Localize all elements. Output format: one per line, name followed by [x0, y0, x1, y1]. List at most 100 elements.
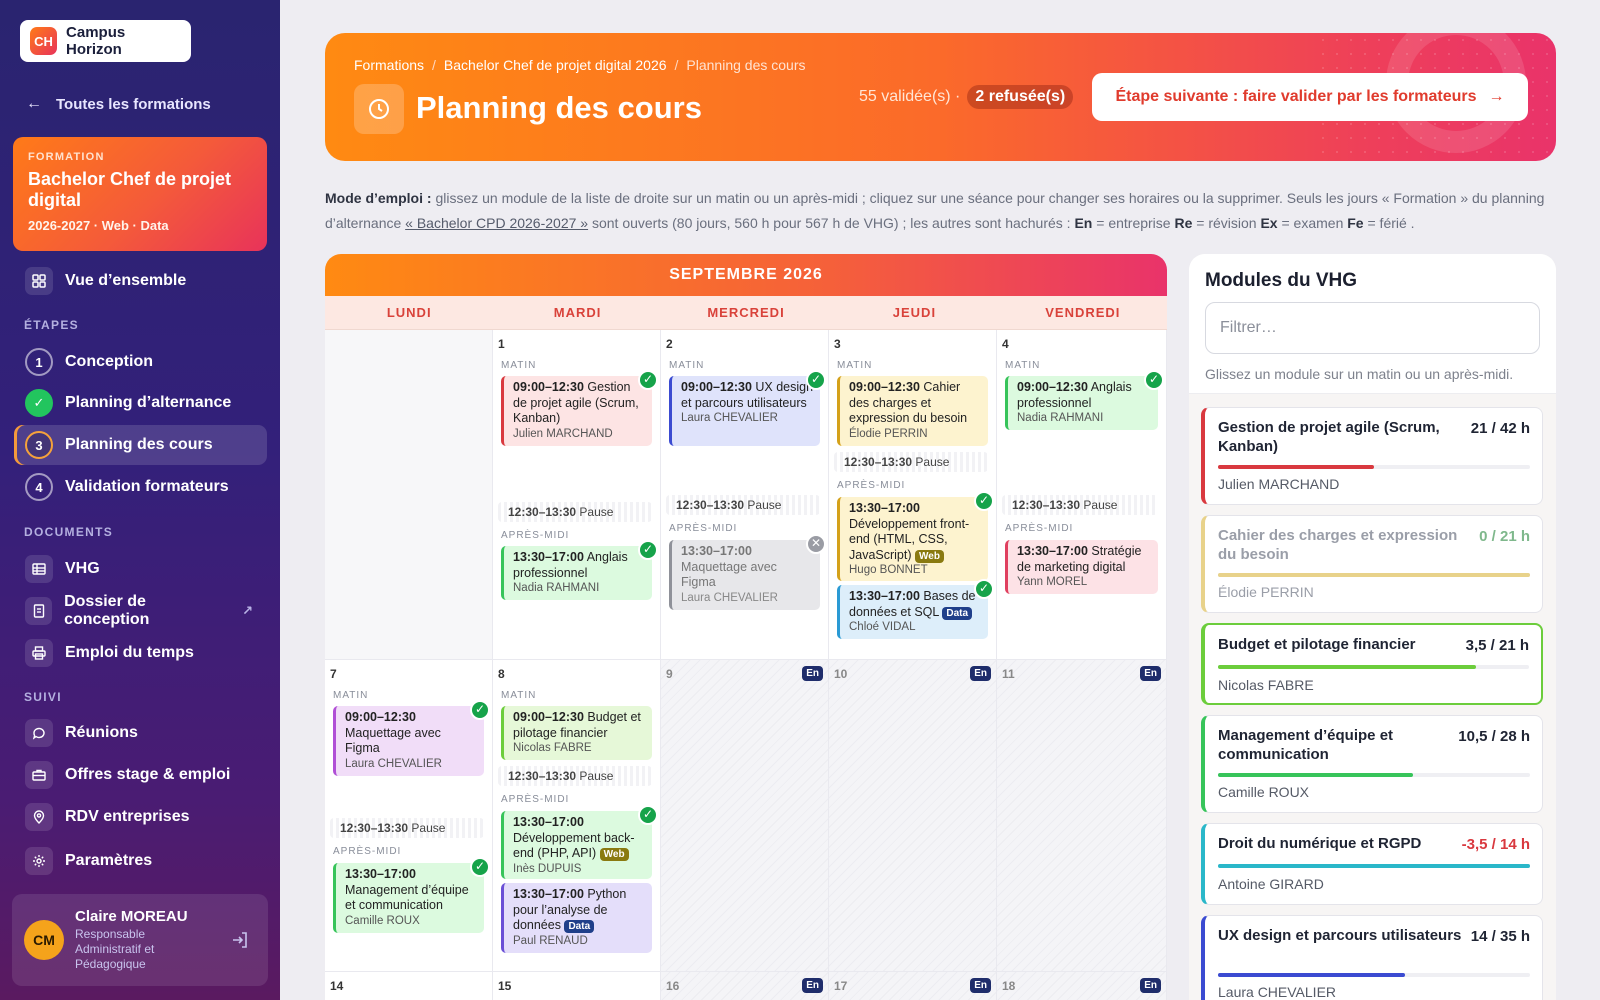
sidebar: CH Campus Horizon ← Toutes les formation… [0, 0, 280, 1000]
breadcrumb-formations[interactable]: Formations [354, 57, 424, 73]
nav-vhg-label: VHG [65, 560, 100, 577]
session-card[interactable]: 09:00–12:30 Anglais professionnel Nadia … [1005, 370, 1164, 430]
day-cell[interactable]: 8 MATIN 09:00–12:30 Budget et pilotage f… [493, 660, 661, 972]
calendar-month: SEPTEMBRE 2026 [325, 254, 1167, 296]
nav-offres[interactable]: Offres stage & emploi [14, 755, 267, 795]
module-card[interactable]: Cahier des charges et expression du beso… [1201, 515, 1543, 613]
step-number-icon: 1 [25, 348, 53, 376]
logout-icon[interactable] [230, 930, 250, 950]
session-card[interactable]: 13:30–17:00 Stratégie de marketing digit… [1005, 540, 1158, 594]
breadcrumb-separator: / [674, 57, 679, 73]
formation-card: FORMATION Bachelor Chef de projet digita… [13, 137, 267, 251]
session-time: 13:30–17:00 [681, 544, 752, 558]
avatar: CM [24, 920, 64, 960]
session-trainer: Paul RENAUD [513, 934, 588, 947]
session-card[interactable]: 09:00–12:30 Budget et pilotage financier… [501, 706, 652, 760]
session-trainer: Chloé VIDAL [849, 621, 916, 633]
session-card[interactable]: 13:30–17:00 Management d’équipe et commun… [333, 857, 490, 933]
section-steps: ÉTAPES [24, 318, 79, 332]
step-conception[interactable]: 1 Conception [14, 342, 267, 382]
session-card[interactable]: 13:30–17:00 Développement front-end (HTML… [837, 491, 994, 581]
module-trainer: Antoine GIRARD [1218, 876, 1324, 892]
pause-slot: 12:30–13:30 Pause [1002, 495, 1158, 515]
day-cell[interactable]: 7 MATIN 09:00–12:30 Maquettage avec Figma… [325, 660, 493, 972]
session-card[interactable]: 13:30–17:00 Anglais professionnel Nadia … [501, 540, 658, 600]
module-progress-fill [1218, 773, 1413, 777]
alternance-plan-link[interactable]: « Bachelor CPD 2026-2027 » [405, 215, 588, 231]
step-validation-formateurs[interactable]: 4 Validation formateurs [14, 467, 267, 507]
step-label: Planning des cours [65, 436, 213, 453]
module-card[interactable]: Budget et pilotage financier 3,5 / 21 h … [1201, 623, 1543, 705]
morning-label: MATIN [501, 360, 537, 371]
pause-time: 12:30–13:30 [508, 769, 577, 783]
day-cell[interactable]: 1 MATIN 09:00–12:30 Gestion de projet ag… [493, 330, 661, 660]
back-link-label: Toutes les formations [56, 95, 211, 113]
filter-input[interactable] [1205, 302, 1540, 354]
breadcrumb-bachelor[interactable]: Bachelor Chef de projet digital 2026 [444, 57, 667, 73]
module-card[interactable]: Management d’équipe et communication 10,… [1201, 715, 1543, 813]
day-cell[interactable]: 2 MATIN 09:00–12:30 UX design et parcour… [661, 330, 829, 660]
enterprise-badge: En [970, 978, 991, 993]
check-icon: ✓ [470, 857, 490, 877]
day-cell[interactable]: 14 [325, 972, 493, 1000]
nav-overview[interactable]: Vue d’ensemble [14, 261, 267, 301]
modules-hint: Glissez un module sur un matin ou un apr… [1205, 366, 1514, 382]
session-time: 09:00–12:30 [513, 380, 584, 394]
session-trainer: Laura CHEVALIER [345, 757, 442, 770]
session-title: Développement front-end (HTML, CSS, Java… [849, 516, 970, 562]
nav-reunions[interactable]: Réunions [14, 713, 267, 753]
legend-text: = entreprise [1092, 215, 1175, 231]
module-progress-fill [1218, 573, 1530, 577]
formation-title: Bachelor Chef de projet digital [28, 169, 232, 210]
pause-text: Pause [747, 498, 782, 512]
day-number: 18 [1002, 979, 1016, 993]
day-number: 14 [330, 979, 344, 993]
nav-emploi-du-temps[interactable]: Emploi du temps [14, 633, 267, 673]
session-time: 13:30–17:00 [1017, 544, 1088, 558]
session-title: Maquettage avec Figma [681, 559, 777, 590]
session-card[interactable]: 13:30–17:00 Bases de données et SQL Data… [837, 579, 994, 639]
chat-icon [25, 719, 53, 747]
session-card[interactable]: 09:00–12:30 Cahier des charges et expres… [837, 376, 988, 446]
next-step-button[interactable]: Étape suivante : faire valider par les f… [1092, 73, 1528, 121]
module-card[interactable]: Gestion de projet agile (Scrum, Kanban) … [1201, 407, 1543, 505]
session-card[interactable]: 09:00–12:30 UX design et parcours utilis… [669, 370, 826, 446]
session-card[interactable]: 09:00–12:30 Gestion de projet agile (Scr… [501, 370, 658, 446]
day-cell-enterprise: 11 En [997, 660, 1167, 972]
nav-parametres[interactable]: Paramètres [14, 841, 267, 881]
nav-dossier-conception[interactable]: Dossier de conception ↗ [14, 591, 267, 631]
weekday-label: LUNDI [386, 305, 432, 320]
pause-time: 12:30–13:30 [1012, 498, 1081, 512]
nav-vhg[interactable]: VHG [14, 549, 267, 589]
module-progress-fill [1218, 665, 1477, 669]
morning-label: MATIN [669, 360, 705, 371]
module-progress-bar [1218, 973, 1530, 977]
morning-label: MATIN [333, 690, 369, 701]
pause-slot: 12:30–13:30 Pause [330, 818, 484, 838]
printer-icon [25, 639, 53, 667]
session-card[interactable]: 13:30–17:00 Développement back-end (PHP, … [501, 805, 658, 879]
step-planning-alternance[interactable]: ✓ Planning d’alternance [14, 383, 267, 423]
session-card-refused[interactable]: 13:30–17:00 Maquettage avec Figma Laura C… [669, 534, 826, 610]
module-card[interactable]: Droit du numérique et RGPD -3,5 / 14 h A… [1201, 823, 1543, 905]
nav-rdv[interactable]: RDV entreprises [14, 797, 267, 837]
day-cell[interactable]: 3 MATIN 09:00–12:30 Cahier des charges e… [829, 330, 997, 660]
legend-text: = férié . [1363, 215, 1415, 231]
tag-web: Web [915, 549, 944, 563]
tag-web: Web [599, 848, 629, 861]
day-cell[interactable]: 15 [493, 972, 661, 1000]
session-card[interactable]: 13:30–17:00 Python pour l’analyse de don… [501, 883, 652, 953]
weekday-label: JEUDI [892, 305, 937, 320]
app-logo[interactable]: CH Campus Horizon [20, 20, 191, 62]
afternoon-label: APRÈS-MIDI [669, 523, 738, 534]
module-hours: 14 / 35 h [1470, 928, 1530, 945]
module-card[interactable]: UX design et parcours utilisateurs 14 / … [1201, 915, 1543, 1000]
session-card[interactable]: 09:00–12:30 Maquettage avec Figma Laura C… [333, 700, 490, 776]
session-time: 13:30–17:00 [513, 550, 584, 564]
clock-icon [354, 84, 404, 134]
pause-text: Pause [411, 821, 446, 835]
step-planning-cours[interactable]: 3 Planning des cours [14, 425, 267, 465]
back-to-formations-link[interactable]: ← Toutes les formations [26, 95, 211, 113]
formation-kicker: FORMATION [28, 151, 105, 163]
day-cell[interactable]: 4 MATIN 09:00–12:30 Anglais professionne… [997, 330, 1167, 660]
